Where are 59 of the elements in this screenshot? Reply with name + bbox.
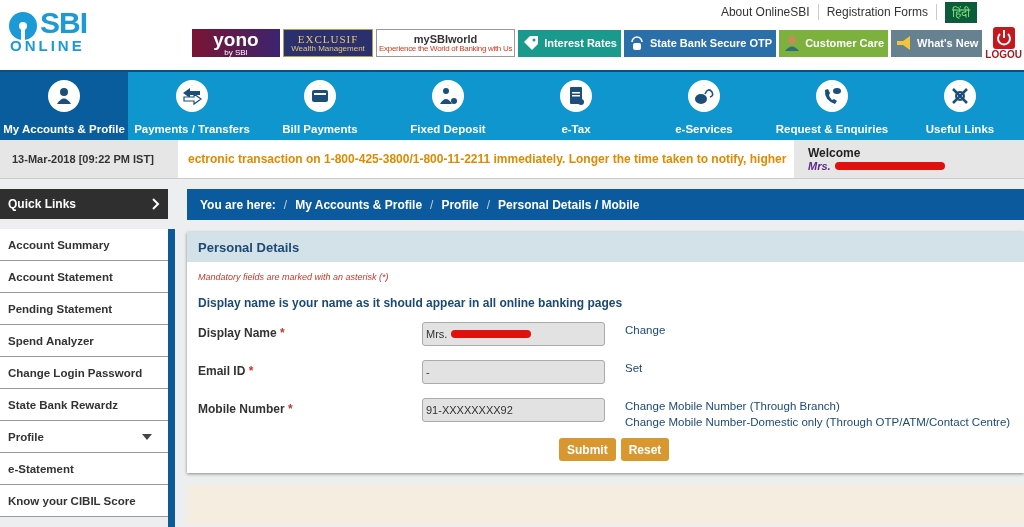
field-label: Email ID * <box>198 363 255 378</box>
top-link[interactable]: About OnlineSBI <box>720 5 810 19</box>
breadcrumb-link[interactable]: Profile <box>441 197 479 212</box>
quick-link-button[interactable]: What's New <box>891 29 983 57</box>
power-icon <box>992 26 1015 49</box>
chevron-right-icon <box>152 198 160 210</box>
sidebar-item[interactable]: e-Statement <box>0 453 168 485</box>
intro-text: Display name is your name as it should appear in all online banking pages <box>198 296 624 310</box>
mandatory-note: Mandatory fields are marked with an asterisk (*) <box>198 272 390 282</box>
person-icon <box>48 80 80 112</box>
link[interactable]: Change Mobile Number (Through Branch) <box>625 398 1011 414</box>
logo-subtitle: ONLINE <box>10 38 86 54</box>
link[interactable]: Set <box>625 360 643 376</box>
news-ticker: ectronic transaction on 1-800-425-3800/1-800-11-2211 immediately. Longer the time taken to notify, higher <box>178 140 794 178</box>
language-button[interactable]: हिंदी <box>945 1 977 23</box>
logout-button[interactable]: LOGOU <box>985 26 1022 60</box>
tag-icon <box>522 34 541 52</box>
sidebar-item[interactable]: Know your CIBIL Score <box>0 485 168 517</box>
sidebar-item[interactable]: Spend Analyzer <box>0 325 168 357</box>
top-link[interactable]: Registration Forms <box>826 5 928 19</box>
card-icon <box>304 80 336 112</box>
promo-banner[interactable]: yono by SBI <box>192 29 280 57</box>
welcome-label: Welcome <box>808 146 862 160</box>
keyhole-logo-icon <box>8 11 38 41</box>
user-name: Mrs. <box>808 160 831 172</box>
field-label: Mobile Number * <box>198 401 294 416</box>
breadcrumb-separator: / <box>430 197 434 212</box>
link[interactable]: Change <box>625 322 666 338</box>
sidebar-item[interactable]: Change Login Password <box>0 357 168 389</box>
date-time: 13-Mar-2018 [09:22 PM IST] <box>11 153 155 165</box>
nav-tab[interactable]: My Accounts & Profile <box>0 72 128 140</box>
breadcrumb-link[interactable]: Personal Details / Mobile <box>498 197 640 212</box>
panel-title: Personal Details <box>187 232 1024 262</box>
text-field[interactable]: 91-XXXXXXXX92 <box>422 398 605 422</box>
phone-icon <box>816 80 848 112</box>
transfer-icon <box>176 80 208 112</box>
quick-links-header[interactable]: Quick Links <box>0 189 168 219</box>
links-icon <box>944 80 976 112</box>
logo-title: SBI <box>40 8 87 38</box>
breadcrumb-label: You are here: <box>200 197 276 212</box>
promo-banner[interactable]: mySBIworld Experience the World of Banking with Us <box>376 29 516 57</box>
sidebar-item[interactable]: Profile <box>0 421 168 453</box>
document-icon <box>560 80 592 112</box>
sidebar-item[interactable]: State Bank Rewardz <box>0 389 168 421</box>
quick-link-button[interactable]: State Bank Secure OTP <box>623 29 777 57</box>
person-icon <box>783 34 802 52</box>
sidebar-item[interactable]: Account Summary <box>0 229 168 261</box>
deposit-icon <box>432 80 464 112</box>
mouse-icon <box>688 80 720 112</box>
field-label: Display Name * <box>198 325 286 340</box>
breadcrumb-separator: / <box>283 197 288 212</box>
promo-banner[interactable]: EXCLUSIF Wealth Management <box>283 29 373 57</box>
sidebar-item[interactable]: Pending Statement <box>0 293 168 325</box>
breadcrumb-link[interactable]: My Accounts & Profile <box>295 197 423 212</box>
text-field[interactable]: Mrs. <box>422 322 605 346</box>
breadcrumb-separator: / <box>486 197 491 212</box>
link[interactable]: Change Mobile Number-Domestic only (Through OTP/ATM/Contact Centre) <box>625 414 1011 430</box>
text-field[interactable]: - <box>422 360 605 384</box>
sidebar-item[interactable]: Account Statement <box>0 261 168 293</box>
